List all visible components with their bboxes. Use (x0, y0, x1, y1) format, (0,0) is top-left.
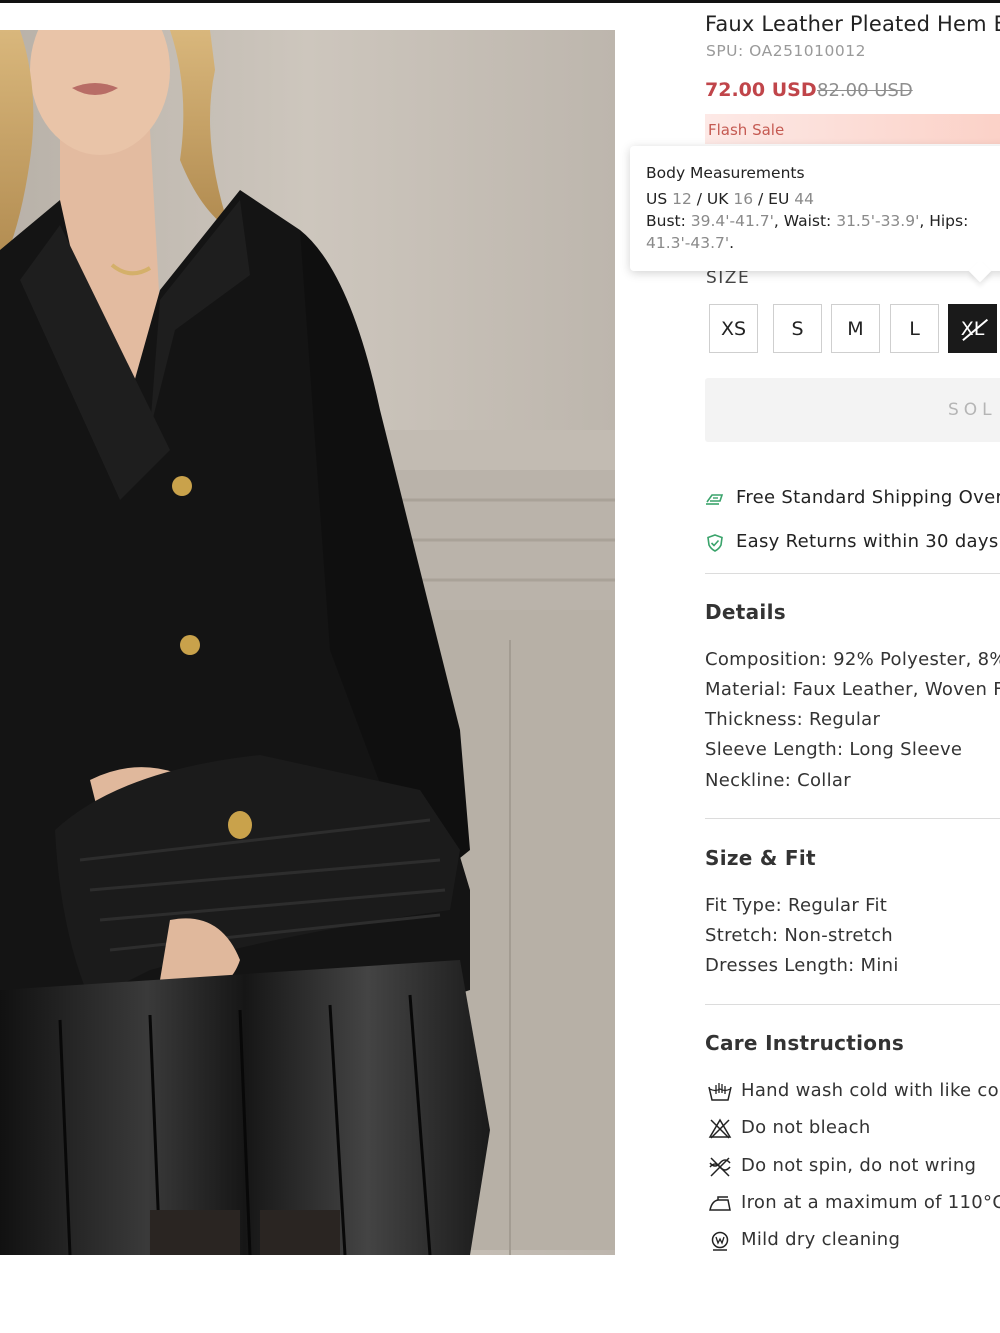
eu-label: / EU (753, 190, 795, 208)
tooltip-size-conversion: US 12 / UK 16 / EU 44 (646, 188, 1000, 210)
size-label: SIZE (706, 268, 751, 288)
tooltip-hips-line: 41.3'-43.7'. (646, 232, 1000, 254)
sale-price: 72.00 USD (705, 79, 817, 101)
flash-sale-label: Flash Sale (708, 121, 785, 139)
hips-value: 41.3'-43.7' (646, 234, 730, 252)
sold-out-label: SOL (948, 400, 997, 420)
care-text: Do not bleach (741, 1117, 871, 1138)
bust-label: Bust: (646, 212, 691, 230)
tooltip-arrow (968, 259, 992, 283)
tooltip-title: Body Measurements (646, 164, 805, 182)
fit-type: Fit Type: Regular Fit (705, 895, 888, 916)
hips-label: , Hips: (919, 212, 969, 230)
product-photo-illustration (0, 30, 615, 1255)
eu-value: 44 (794, 190, 814, 208)
care-text: Hand wash cold with like colo (741, 1080, 1000, 1101)
care-text: Mild dry cleaning (741, 1229, 901, 1250)
no-bleach-icon (707, 1118, 733, 1140)
waist-value: 31.5'-33.9' (836, 212, 920, 230)
uk-value: 16 (733, 190, 754, 208)
fit-length: Dresses Length: Mini (705, 955, 899, 976)
details-title[interactable]: Details (705, 600, 786, 624)
iron-icon (707, 1193, 733, 1215)
care-text: Iron at a maximum of 110°C/ (741, 1192, 1000, 1213)
care-text: Do not spin, do not wring (741, 1155, 977, 1176)
size-fit-title[interactable]: Size & Fit (705, 846, 816, 870)
bust-value: 39.4'-41.7' (690, 212, 774, 230)
dry-clean-icon (707, 1230, 733, 1252)
uk-label: / UK (691, 190, 734, 208)
product-image[interactable] (0, 30, 615, 1255)
free-shipping-text: Free Standard Shipping Over (736, 487, 1000, 508)
size-option-xs[interactable]: XS (709, 304, 758, 353)
original-price: 82.00 USD (817, 80, 913, 101)
hips-end: . (729, 234, 735, 252)
divider (705, 1004, 1000, 1005)
detail-sleeve-length: Sleeve Length: Long Sleeve (705, 739, 963, 760)
fit-stretch: Stretch: Non-stretch (705, 925, 893, 946)
size-option-l[interactable]: L (890, 304, 939, 353)
product-spu: SPU: OA251010012 (706, 42, 866, 60)
detail-thickness: Thickness: Regular (705, 709, 881, 730)
size-option-s[interactable]: S (773, 304, 822, 353)
size-option-xl[interactable]: XL (948, 304, 997, 353)
waist-label: , Waist: (773, 212, 837, 230)
product-title: Faux Leather Pleated Hem Bl (705, 12, 1000, 36)
size-selector: XS S M L XL (709, 304, 1000, 354)
top-border (0, 0, 1000, 3)
easy-returns-text: Easy Returns within 30 days (736, 531, 999, 552)
detail-composition: Composition: 92% Polyester, 8% (705, 649, 1000, 670)
divider (705, 573, 1000, 574)
flash-sale-banner: Flash Sale (705, 114, 1000, 144)
tooltip-measurements: Bust: 39.4'-41.7', Waist: 31.5'-33.9', H… (646, 210, 1000, 232)
care-title[interactable]: Care Instructions (705, 1031, 904, 1055)
sold-out-button[interactable]: SOL (705, 378, 1000, 442)
detail-neckline: Neckline: Collar (705, 770, 851, 791)
truck-icon (705, 489, 725, 509)
us-label: US (646, 190, 673, 208)
hand-wash-icon (707, 1081, 733, 1103)
no-wring-icon (707, 1156, 733, 1178)
body-measurements-tooltip: Body Measurements US 12 / UK 16 / EU 44 … (630, 146, 1000, 283)
divider (705, 818, 1000, 819)
detail-material: Material: Faux Leather, Woven Fa (705, 679, 1000, 700)
size-option-m[interactable]: M (831, 304, 880, 353)
shield-check-icon (705, 533, 725, 553)
us-value: 12 (672, 190, 692, 208)
